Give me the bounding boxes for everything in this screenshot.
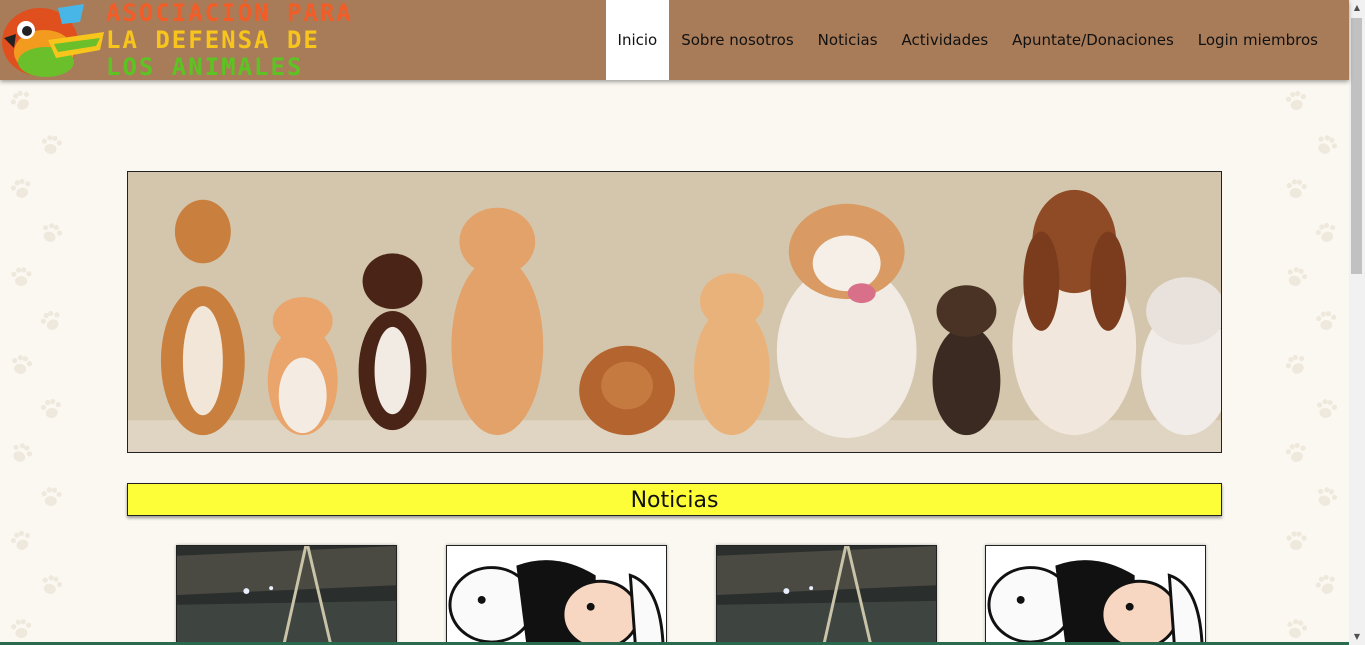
paw-print-icon — [37, 483, 64, 510]
news-section-title: Noticias — [127, 483, 1222, 516]
bird-logo-icon[interactable] — [0, 0, 106, 80]
paw-print-icon — [8, 264, 35, 291]
paw-print-icon — [34, 216, 68, 250]
paw-print-icon — [1309, 216, 1342, 249]
logo-line-2: LA DEFENSA DE — [106, 26, 320, 54]
paw-print-icon — [37, 131, 66, 160]
farm-barn-photo — [177, 546, 396, 644]
nav-inicio[interactable]: Inicio — [605, 0, 670, 80]
nav-actividades[interactable]: Actividades — [890, 0, 1001, 80]
nav-login-miembros[interactable]: Login miembros — [1186, 0, 1330, 80]
paw-print-icon — [34, 304, 69, 339]
paw-print-icon — [1311, 394, 1341, 424]
paw-print-icon — [1280, 613, 1312, 645]
paw-print-icon — [1280, 437, 1312, 469]
paw-print-icon — [4, 524, 37, 557]
main-nav: Inicio Sobre nosotros Noticias Actividad… — [605, 0, 1330, 80]
paw-print-icon — [1309, 568, 1343, 602]
nav-apuntate-donaciones[interactable]: Apuntate/Donaciones — [1000, 0, 1186, 80]
news-card-2[interactable] — [446, 545, 667, 645]
paw-print-icon — [1282, 175, 1310, 203]
paw-print-icon — [6, 350, 37, 381]
paw-pattern-right — [1275, 80, 1350, 645]
paw-print-icon — [7, 615, 36, 644]
paw-print-icon — [3, 83, 39, 119]
nav-noticias[interactable]: Noticias — [806, 0, 890, 80]
scrollbar-thumb[interactable] — [1351, 18, 1362, 274]
paw-print-icon — [1312, 307, 1340, 335]
logo-line-1: ASOCIACIÓN PARA — [106, 0, 353, 27]
news-card-1[interactable] — [176, 545, 397, 645]
site-logo-text[interactable]: ASOCIACIÓN PARA LA DEFENSA DE LOS ANIMAL… — [106, 0, 353, 81]
news-card-3[interactable] — [716, 545, 937, 645]
paw-pattern-left — [0, 80, 75, 645]
page-scrollbar[interactable]: ▲ ▼ — [1349, 0, 1365, 645]
paw-print-icon — [1309, 128, 1344, 163]
paw-print-icon — [1309, 480, 1343, 514]
paw-print-icon — [1283, 528, 1309, 554]
hero-banner-image — [127, 171, 1222, 453]
paw-print-icon — [4, 436, 39, 471]
site-header: ASOCIACIÓN PARA LA DEFENSA DE LOS ANIMAL… — [0, 0, 1349, 81]
cow-and-pig-cartoon — [986, 546, 1205, 644]
logo-line-3: LOS ANIMALES — [106, 53, 304, 81]
scroll-up-arrow-icon[interactable]: ▲ — [1349, 0, 1365, 16]
nav-sobre-nosotros[interactable]: Sobre nosotros — [669, 0, 805, 80]
news-card-4[interactable] — [985, 545, 1206, 645]
scroll-down-arrow-icon[interactable]: ▼ — [1349, 629, 1365, 645]
cow-and-pig-cartoon — [447, 546, 666, 644]
paw-print-icon — [36, 394, 66, 424]
paw-print-icon — [35, 569, 67, 601]
paw-print-icon — [1278, 347, 1313, 382]
paw-print-icon — [1281, 86, 1311, 116]
paw-print-icon — [5, 173, 37, 205]
farm-barn-photo — [717, 546, 936, 644]
paw-print-icon — [1280, 261, 1313, 294]
